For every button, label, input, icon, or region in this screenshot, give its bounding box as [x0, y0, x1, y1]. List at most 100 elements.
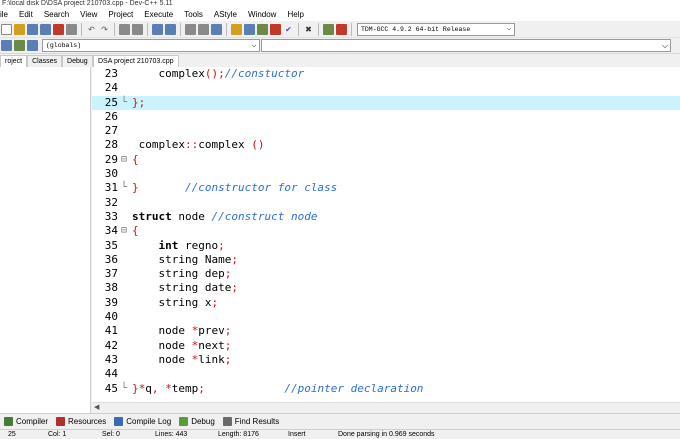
code-line[interactable]: 38 string date;: [92, 281, 680, 295]
code-text: }*q, *temp; //pointer declaration: [132, 382, 423, 396]
redo-icon[interactable]: ↷: [99, 24, 110, 35]
menu-item[interactable]: Project: [102, 8, 138, 21]
goto-back-icon[interactable]: [185, 23, 196, 35]
code-line[interactable]: 42 node *next;: [92, 339, 680, 353]
status-length: Length: 8176: [218, 431, 259, 438]
code-token: node: [132, 352, 192, 366]
code-line[interactable]: 45 └}*q, *temp; //pointer declaration: [92, 382, 680, 396]
code-text: string Name;: [132, 253, 237, 267]
code-line[interactable]: 28 complex::complex (): [92, 138, 680, 152]
menu-item[interactable]: Search: [38, 8, 74, 21]
code-line[interactable]: 23 complex();//constuctor: [92, 67, 680, 81]
bottom-tab[interactable]: Find Results: [219, 417, 283, 426]
code-line[interactable]: 33 struct node //construct node: [92, 210, 680, 224]
fold-marker[interactable]: ⊟: [119, 224, 129, 238]
goto-declaration-icon[interactable]: [14, 40, 25, 51]
tab-left-panel[interactable]: Debug: [62, 55, 93, 67]
code-token: temp: [171, 381, 199, 395]
code-line[interactable]: 26: [92, 110, 680, 124]
tab-dsa-project[interactable]: DSA project 210703.cpp: [93, 55, 179, 67]
code-line[interactable]: 40: [92, 310, 680, 324]
menu-item[interactable]: Help: [281, 8, 308, 21]
new-file-icon[interactable]: [1, 23, 12, 35]
menu-item[interactable]: Tools: [178, 8, 208, 21]
fold-marker[interactable]: ⊟: [119, 153, 129, 167]
class-toolbar: (globals) ⌵ ⌵: [0, 38, 680, 54]
menu-item[interactable]: Edit: [13, 8, 38, 21]
undo-icon[interactable]: ↶: [86, 24, 97, 35]
project-panel[interactable]: [0, 67, 91, 413]
menu-item[interactable]: View: [74, 8, 102, 21]
line-number: 23: [104, 67, 118, 80]
bottom-tab-label: Compiler: [16, 417, 49, 426]
save-icon[interactable]: [27, 23, 38, 35]
horizontal-scrollbar[interactable]: ◀: [92, 402, 680, 412]
compile-icon[interactable]: [231, 23, 242, 35]
code-editor[interactable]: 23 complex();//constuctor 24 25 └}; 26 27 28 c…: [92, 67, 680, 402]
goto-forward-icon[interactable]: [198, 23, 209, 35]
code-line[interactable]: 35 int regno;: [92, 239, 680, 253]
menu-item[interactable]: AStyle: [208, 8, 242, 21]
code-line[interactable]: 29 ⊟{: [92, 153, 680, 167]
tab-left-panel[interactable]: Classes: [27, 55, 63, 67]
bookmark-icon[interactable]: [211, 23, 222, 35]
code-line[interactable]: 34 ⊟{: [92, 224, 680, 238]
code-line[interactable]: 24: [92, 81, 680, 95]
bottom-tab[interactable]: Compile Log: [110, 417, 175, 426]
replace-icon[interactable]: [132, 23, 143, 35]
close-icon[interactable]: [53, 23, 64, 35]
find-icon[interactable]: [119, 23, 130, 35]
compile-run-icon[interactable]: [257, 23, 268, 35]
line-number: 25: [104, 95, 118, 109]
debug-run-icon[interactable]: [336, 23, 347, 35]
member-select[interactable]: ⌵: [261, 39, 671, 52]
line-number: 26: [104, 109, 118, 123]
unindent-icon[interactable]: [165, 23, 176, 35]
open-file-icon[interactable]: [14, 23, 25, 35]
bottom-tab[interactable]: Debug: [175, 417, 219, 426]
code-line[interactable]: 32: [92, 196, 680, 210]
code-text: struct node //construct node: [132, 210, 317, 224]
scroll-left-icon[interactable]: ◀: [94, 403, 99, 413]
code-line[interactable]: 37 string dep;: [92, 267, 680, 281]
check-icon[interactable]: ✔: [283, 24, 294, 35]
code-text: };: [132, 96, 145, 110]
code-token: {: [132, 152, 139, 166]
bottom-tab[interactable]: Resources: [52, 417, 110, 426]
code-token: ;: [224, 324, 232, 338]
code-line[interactable]: 41 node *prev;: [92, 324, 680, 338]
compiler-select-value: TDM-GCC 4.9.2 64-bit Release: [361, 25, 471, 33]
rebuild-icon[interactable]: [270, 23, 281, 35]
tab-left-panel[interactable]: roject: [0, 55, 28, 67]
code-line[interactable]: 39 string x;: [92, 296, 680, 310]
run-icon[interactable]: [244, 23, 255, 35]
code-line[interactable]: 44: [92, 367, 680, 381]
line-number: 44: [104, 367, 118, 381]
menu-item[interactable]: Window: [242, 8, 281, 21]
editor-tabs: DSA project 210703.cpp: [93, 54, 680, 67]
bottom-tab[interactable]: Compiler: [0, 417, 52, 426]
line-number: 31: [104, 181, 118, 195]
code-token: ;: [218, 238, 225, 252]
save-all-icon[interactable]: [40, 23, 51, 35]
code-token: //constructor for class: [138, 181, 338, 195]
code-line[interactable]: 43 node *link;: [92, 353, 680, 367]
stop-icon[interactable]: ✖: [303, 24, 314, 35]
code-text: string x;: [132, 296, 218, 310]
indent-icon[interactable]: [152, 23, 163, 35]
class-browser-icon[interactable]: [1, 40, 12, 51]
compiler-select[interactable]: TDM-GCC 4.9.2 64-bit Release ⌵: [357, 22, 515, 36]
code-token: node: [132, 338, 192, 352]
goto-definition-icon[interactable]: [27, 40, 38, 51]
code-token: //constuctor: [224, 67, 305, 80]
print-icon[interactable]: [66, 23, 77, 35]
menu-item[interactable]: Execute: [138, 8, 178, 21]
code-line[interactable]: 25 └};: [92, 95, 680, 110]
code-line[interactable]: 30: [92, 167, 680, 181]
code-line[interactable]: 36 string Name;: [92, 253, 680, 267]
menu-item[interactable]: ile: [0, 8, 13, 21]
code-line[interactable]: 27: [92, 124, 680, 138]
code-line[interactable]: 31 └} //constructor for class: [92, 181, 680, 195]
profile-icon[interactable]: [323, 23, 334, 35]
scope-select[interactable]: (globals) ⌵: [42, 39, 260, 52]
